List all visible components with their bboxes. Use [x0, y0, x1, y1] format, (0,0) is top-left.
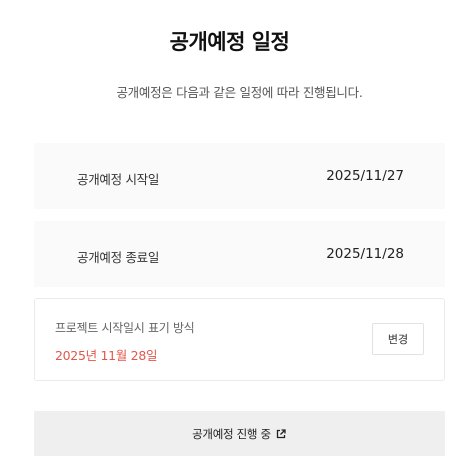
start-date-label: 공개예정 시작일 — [77, 172, 160, 187]
end-date-value: 2025/11/28 — [326, 246, 404, 262]
display-format-label: 프로젝트 시작일시 표기 방식 — [55, 321, 195, 335]
display-format-value: 2025년 11월 28일 — [55, 348, 158, 363]
status-bar[interactable]: 공개예정 진행 중 — [34, 411, 445, 456]
external-link-icon — [275, 428, 287, 440]
page-title: 공개예정 일정 — [169, 30, 290, 54]
page-subtitle: 공개예정은 다음과 같은 일정에 따라 진행됩니다. — [116, 85, 363, 100]
start-date-row: 공개예정 시작일 2025/11/27 — [34, 143, 445, 209]
start-date-value: 2025/11/27 — [326, 168, 404, 184]
end-date-row: 공개예정 종료일 2025/11/28 — [34, 221, 445, 287]
end-date-label: 공개예정 종료일 — [77, 250, 160, 265]
status-label: 공개예정 진행 중 — [192, 426, 271, 441]
start-display-format-box: 프로젝트 시작일시 표기 방식 2025년 11월 28일 변경 — [34, 298, 445, 381]
change-button[interactable]: 변경 — [372, 323, 424, 355]
